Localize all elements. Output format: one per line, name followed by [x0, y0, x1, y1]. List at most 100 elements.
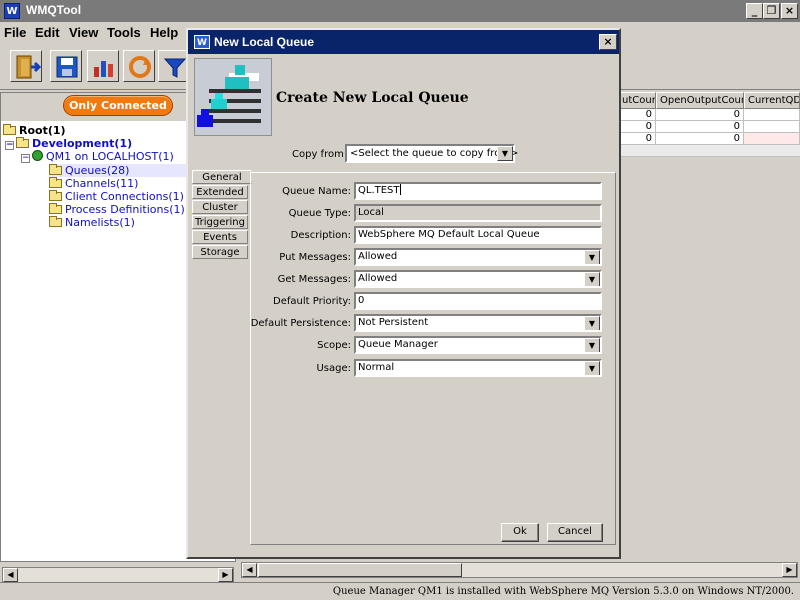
default-priority-label: Default Priority: — [273, 296, 351, 307]
usage-label: Usage: — [316, 363, 351, 374]
table-cell[interactable] — [744, 121, 800, 133]
save-icon — [56, 56, 78, 78]
menu-tools[interactable]: Tools — [107, 25, 141, 40]
scroll-right-icon[interactable]: ▶ — [218, 568, 233, 582]
dialog-close-button[interactable]: × — [599, 34, 617, 50]
tree-item-process-definitions[interactable]: Process Definitions(1) — [49, 203, 185, 216]
main-title-bar: W WMQTool _ ❐ × — [0, 0, 800, 22]
queue-type-label: Queue Type: — [288, 208, 351, 219]
status-bar: Queue Manager QM1 is installed with WebS… — [0, 582, 800, 600]
menu-file[interactable]: File — [4, 25, 26, 40]
get-messages-select[interactable]: Allowed ▼ — [354, 270, 602, 288]
put-messages-select[interactable]: Allowed ▼ — [354, 248, 602, 266]
scroll-left-icon[interactable]: ◀ — [242, 563, 257, 577]
queue-type-field: Local — [354, 204, 602, 222]
table-cell[interactable]: 0 — [618, 109, 656, 121]
chevron-down-icon[interactable]: ▼ — [584, 338, 600, 352]
table-cell[interactable]: 0 — [656, 109, 744, 121]
status-text: Queue Manager QM1 is installed with WebS… — [332, 586, 794, 597]
tree-item-queues[interactable]: Queues(28) — [49, 164, 187, 177]
qmgr-icon — [32, 150, 43, 161]
close-button[interactable]: × — [781, 3, 798, 19]
dialog-title-bar[interactable]: W New Local Queue × — [188, 30, 619, 54]
filter-icon — [163, 58, 187, 78]
window-title: WMQTool — [26, 3, 82, 17]
scroll-left-icon[interactable]: ◀ — [3, 568, 18, 582]
only-connected-button[interactable]: Only Connected — [63, 95, 173, 116]
folder-icon — [49, 216, 62, 227]
tree-qmgr[interactable]: − QM1 on LOCALHOST(1) — [21, 150, 174, 163]
table-cell[interactable] — [744, 109, 800, 121]
copy-from-label: Copy from — [292, 149, 344, 160]
refresh-button[interactable] — [123, 50, 155, 82]
tab-general[interactable]: General — [192, 170, 252, 184]
folder-icon — [16, 137, 29, 148]
tree-item-client-connections[interactable]: Client Connections(1) — [49, 190, 184, 203]
app-icon: W — [4, 3, 20, 19]
banner-title: Create New Local Queue — [276, 90, 469, 106]
table-cell[interactable]: 0 — [618, 121, 656, 133]
default-persistence-label: Default Persistence: — [250, 318, 351, 329]
chevron-down-icon[interactable]: ▼ — [584, 272, 600, 286]
copy-from-select[interactable]: <Select the queue to copy from> ▼ — [345, 144, 518, 163]
get-messages-label: Get Messages: — [277, 274, 351, 285]
new-local-queue-dialog: W New Local Queue × Create New Local Que… — [186, 28, 621, 559]
table-cell[interactable] — [744, 133, 800, 145]
collapse-icon[interactable]: − — [21, 154, 30, 163]
queue-table: utCount OpenOutputCount CurrentQDe 0 0 0… — [618, 92, 800, 562]
tree-horizontal-scrollbar[interactable]: ◀ ▶ — [2, 567, 234, 583]
chevron-down-icon[interactable]: ▼ — [584, 250, 600, 264]
scroll-thumb[interactable] — [258, 563, 462, 577]
description-label: Description: — [290, 230, 351, 241]
usage-select[interactable]: Normal ▼ — [354, 359, 602, 377]
chevron-down-icon[interactable]: ▼ — [584, 361, 600, 375]
menu-view[interactable]: View — [69, 25, 98, 40]
table-cell[interactable]: 0 — [618, 133, 656, 145]
refresh-icon — [129, 56, 151, 78]
menu-help[interactable]: Help — [150, 25, 178, 40]
column-header[interactable]: OpenOutputCount — [656, 92, 744, 109]
queue-name-field[interactable]: QL.TEST — [354, 182, 602, 200]
folder-icon — [49, 164, 62, 175]
queue-banner-icon — [194, 58, 272, 136]
folder-icon — [49, 190, 62, 201]
chart-button[interactable] — [87, 50, 119, 82]
column-header[interactable]: utCount — [618, 92, 656, 109]
minimize-button[interactable]: _ — [746, 3, 763, 19]
chart-icon — [94, 61, 113, 77]
table-horizontal-scrollbar[interactable]: ◀ ▶ — [241, 562, 798, 578]
tree-item-namelists[interactable]: Namelists(1) — [49, 216, 135, 229]
folder-icon — [49, 203, 62, 214]
description-field[interactable]: WebSphere MQ Default Local Queue — [354, 226, 602, 244]
ok-button[interactable]: Ok — [501, 523, 539, 542]
put-messages-label: Put Messages: — [279, 252, 351, 263]
cancel-button[interactable]: Cancel — [547, 523, 603, 542]
tree-development[interactable]: − Development(1) — [5, 137, 132, 150]
text-caret — [399, 184, 401, 195]
scope-label: Scope: — [317, 340, 351, 351]
dialog-app-icon: W — [194, 35, 210, 49]
general-form: Queue Name: QL.TEST Queue Type: Local De… — [250, 172, 616, 545]
table-row-empty — [618, 145, 800, 157]
chevron-down-icon[interactable]: ▼ — [497, 146, 513, 161]
folder-icon — [49, 177, 62, 188]
chevron-down-icon[interactable]: ▼ — [584, 316, 600, 330]
restore-button[interactable]: ❐ — [763, 3, 780, 19]
save-button[interactable] — [50, 50, 82, 82]
dialog-title: New Local Queue — [214, 35, 315, 49]
scope-select[interactable]: Queue Manager ▼ — [354, 336, 602, 354]
menu-edit[interactable]: Edit — [35, 25, 60, 40]
folder-icon — [3, 124, 16, 135]
scroll-right-icon[interactable]: ▶ — [782, 563, 797, 577]
exit-icon — [16, 55, 41, 79]
table-cell[interactable]: 0 — [656, 133, 744, 145]
exit-button[interactable] — [10, 50, 42, 82]
tree-item-channels[interactable]: Channels(11) — [49, 177, 138, 190]
column-header[interactable]: CurrentQDe — [744, 92, 800, 109]
table-cell[interactable]: 0 — [656, 121, 744, 133]
queue-name-label: Queue Name: — [282, 186, 351, 197]
default-priority-field[interactable]: 0 — [354, 292, 602, 310]
default-persistence-select[interactable]: Not Persistent ▼ — [354, 314, 602, 332]
tree-root[interactable]: Root(1) — [3, 124, 66, 137]
collapse-icon[interactable]: − — [5, 141, 14, 150]
